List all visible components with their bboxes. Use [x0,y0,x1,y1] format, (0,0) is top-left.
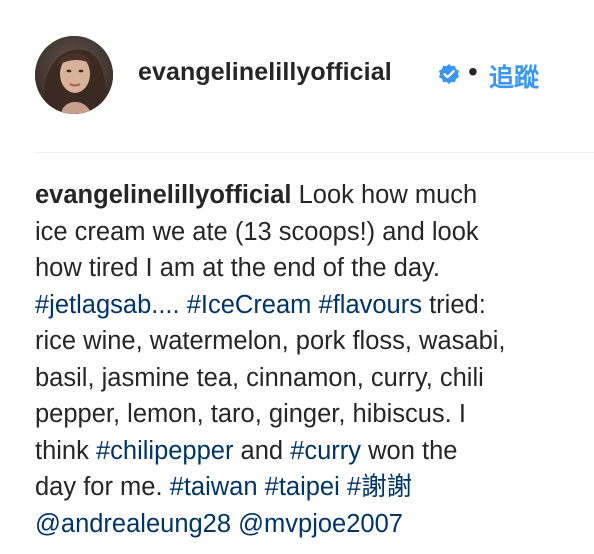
caption-text: tried: [422,290,486,319]
caption-text: and [233,436,291,465]
caption-line: pepper, lemon, taro, ginger, hibiscus. I [35,400,466,428]
caption-space [311,291,318,319]
caption-space [258,473,265,501]
profile-photo-avatar [35,36,113,114]
caption-line: basil, jasmine tea, cinnamon, curry, chi… [35,363,484,392]
hashtag-link[interactable]: #chilipepper [96,437,234,465]
username-link[interactable]: evangelinelillyofficial [138,58,392,87]
follow-button[interactable]: 追蹤 [489,58,539,94]
hashtag-link[interactable]: #curry [290,437,361,465]
hashtag-link[interactable]: #謝謝 [347,473,412,501]
caption-line: think #chilipepper and #curry won the [35,433,580,470]
mention-link[interactable]: @andrealeung28 [35,510,231,538]
caption-line: rice wine, watermelon, pork floss, wasab… [35,327,506,355]
separator-dot: • [468,56,478,87]
caption-line: #jetlagsab.... #IceCream #flavours tried… [35,287,580,324]
caption-line: @andrealeung28 @mvpjoe2007 [35,506,580,543]
hashtag-link[interactable]: #jetlagsab.... [35,291,180,319]
caption-line: ice cream we ate (13 scoops!) and look [35,217,479,246]
caption-line: how tired I am at the end of the day. [35,254,440,282]
post-header: evangelinelillyofficial • 追蹤 [0,0,594,152]
hashtag-link[interactable]: #taiwan [170,473,258,501]
caption-author-link[interactable]: evangelinelillyofficial [35,181,292,209]
hashtag-link[interactable]: #flavours [319,291,422,319]
caption-space [180,291,187,319]
verified-badge-icon [437,63,461,87]
hashtag-link[interactable]: #IceCream [187,291,312,319]
caption-line: evangelinelillyofficial Look how much [35,177,580,214]
caption-text: Look how much [291,181,478,209]
hashtag-link[interactable]: #taipei [265,473,340,501]
caption-space [340,473,347,501]
avatar[interactable] [35,36,113,114]
caption-text: day for me. [35,473,170,501]
caption-line: day for me. #taiwan #taipei #謝謝 [35,469,580,506]
header-divider [35,152,594,153]
caption-text: think [35,436,96,465]
mention-link[interactable]: @mvpjoe2007 [238,510,403,538]
caption-text: won the [361,436,458,465]
post-caption: evangelinelillyofficial Look how much ic… [35,177,580,542]
